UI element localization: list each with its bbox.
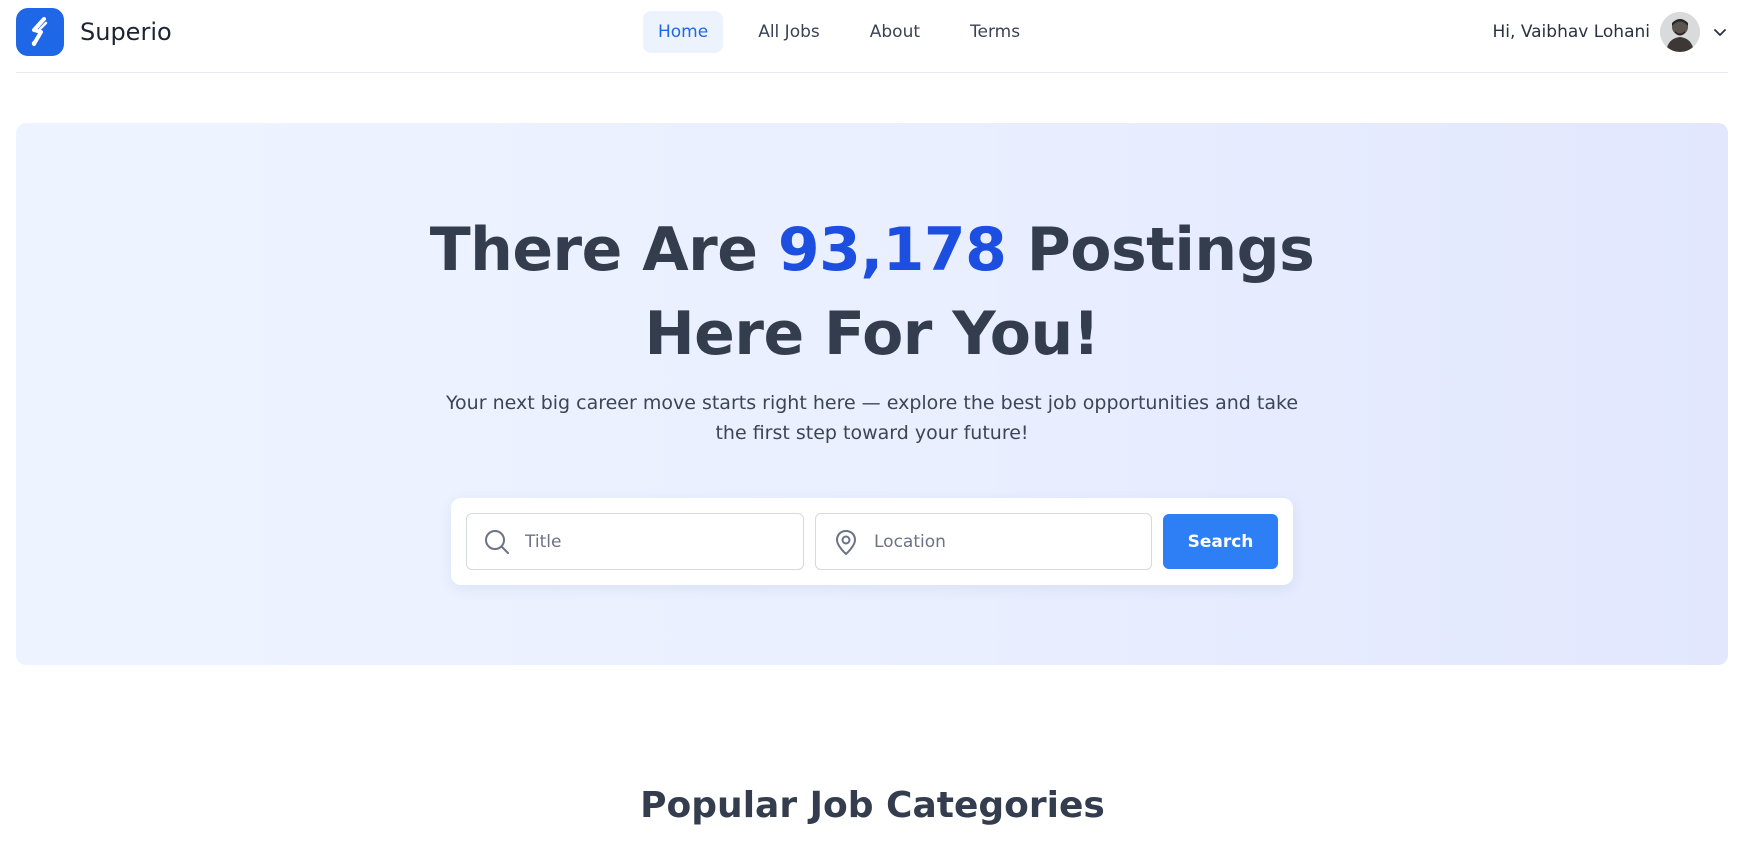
hero-title-line2: Here For You! [644,299,1100,369]
search-icon [485,529,509,554]
nav-item-about[interactable]: About [855,11,935,53]
search-button[interactable]: Search [1163,514,1278,569]
hero-banner: There Are 93,178 Postings Here For You! … [16,123,1728,665]
location-field[interactable] [815,513,1152,570]
hero-title-suffix: Postings [1006,215,1315,285]
title-field[interactable] [466,513,804,570]
user-greeting: Hi, Vaibhav Lohani [1492,22,1650,42]
location-input[interactable] [872,530,1132,553]
brand-name[interactable]: Superio [80,18,172,46]
map-pin-icon [836,529,856,555]
user-menu[interactable]: Hi, Vaibhav Lohani [1493,12,1728,52]
nav-item-home[interactable]: Home [643,11,724,53]
top-navbar: Superio Home All Jobs About Terms Hi, Va… [16,0,1728,73]
avatar[interactable] [1660,12,1700,52]
title-input[interactable] [523,530,783,553]
nav-item-all-jobs[interactable]: All Jobs [743,11,835,53]
brand[interactable]: Superio [16,8,172,56]
chevron-down-icon[interactable] [1712,24,1728,40]
hero-title: There Are 93,178 Postings Here For You! [16,208,1728,376]
nav-item-terms[interactable]: Terms [955,11,1035,53]
hero-subtitle: Your next big career move starts right h… [445,392,1299,444]
posting-count: 93,178 [777,215,1007,285]
popular-categories-title: Popular Job Categories [640,785,1105,826]
search-card: Search [451,498,1293,585]
main-nav: Home All Jobs About Terms [643,11,1055,53]
hero-title-prefix: There Are [429,215,778,285]
superio-logo-icon[interactable] [16,8,64,56]
